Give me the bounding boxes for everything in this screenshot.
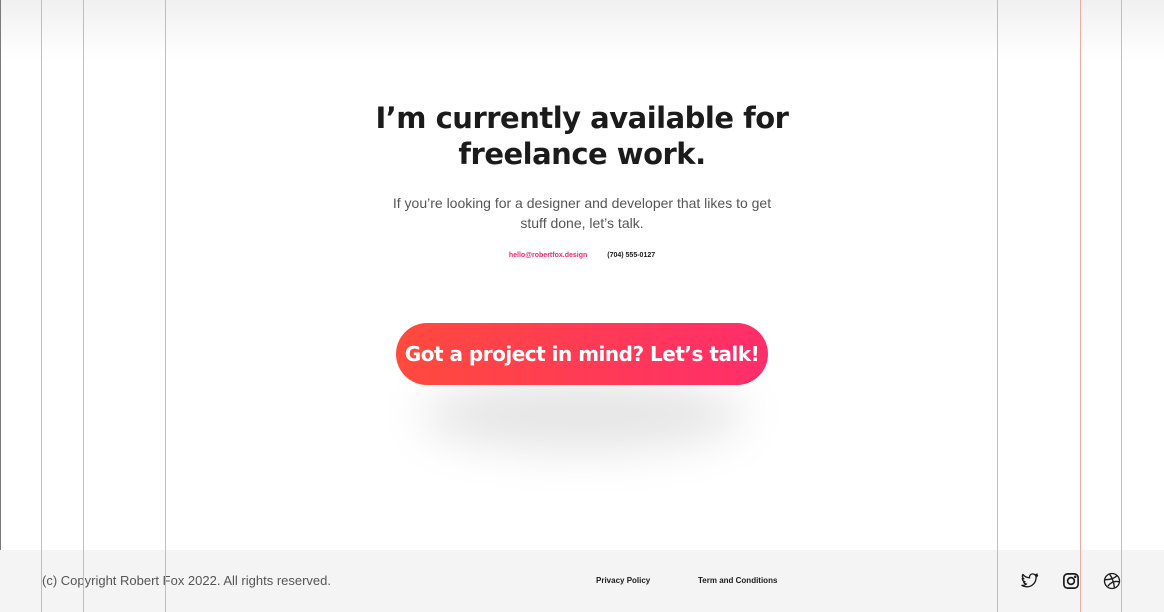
privacy-policy-link[interactable]: Privacy Policy [596, 576, 650, 586]
subtext-line-1: If you’re looking for a designer and dev… [392, 195, 772, 211]
lets-talk-button[interactable]: Got a project in mind? Let’s talk! [396, 323, 768, 385]
guide-line [1080, 0, 1081, 612]
copyright-text: (c) Copyright Robert Fox 2022. All right… [42, 573, 332, 588]
page: I’m currently available for freelance wo… [0, 0, 1164, 612]
hero-section: I’m currently available for freelance wo… [0, 0, 1164, 550]
contact-info: hello@robertfox.design (704) 555-0127 [382, 251, 782, 261]
instagram-icon[interactable] [1062, 572, 1080, 590]
guide-line [83, 0, 84, 612]
terms-link[interactable]: Term and Conditions [698, 576, 777, 586]
subtext: If you’re looking for a designer and dev… [382, 193, 782, 233]
dribbble-icon[interactable] [1103, 572, 1121, 590]
guide-line [997, 0, 998, 612]
cta-shadow [420, 380, 745, 450]
twitter-icon[interactable] [1021, 572, 1039, 590]
headline: I’m currently available for freelance wo… [282, 100, 882, 172]
guide-line [41, 0, 42, 612]
headline-line-2: freelance work. [458, 137, 706, 171]
phone-number[interactable]: (704) 555-0127 [607, 251, 655, 261]
footer: (c) Copyright Robert Fox 2022. All right… [0, 550, 1164, 612]
subtext-line-2: stuff done, let’s talk. [520, 215, 644, 231]
guide-line [1121, 0, 1122, 612]
headline-line-1: I’m currently available for [375, 101, 789, 135]
guide-line [165, 0, 166, 612]
email-link[interactable]: hello@robertfox.design [509, 251, 587, 261]
